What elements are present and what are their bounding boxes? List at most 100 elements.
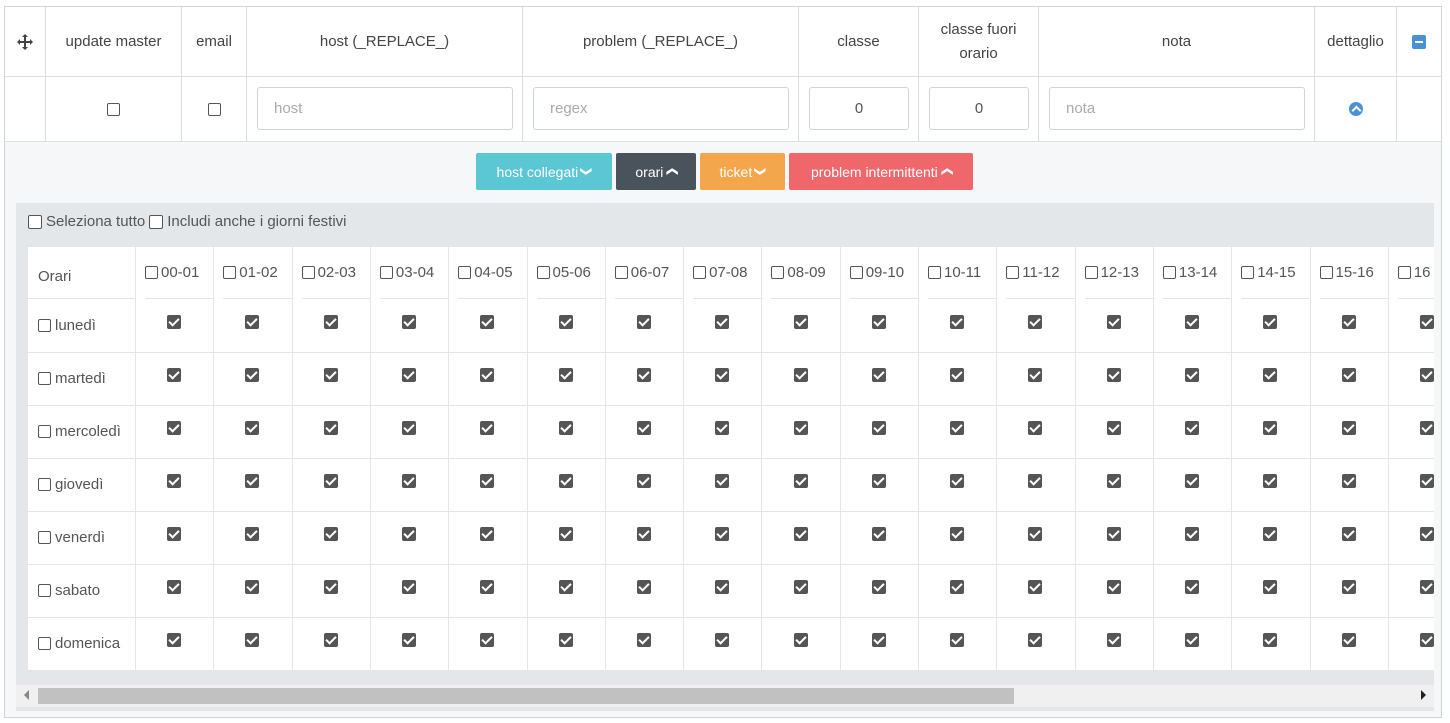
hour-slot-checkbox[interactable]	[715, 633, 730, 647]
hour-slot-checkbox[interactable]	[715, 421, 730, 435]
hour-slot-checkbox[interactable]	[871, 580, 886, 594]
hour-slot-checkbox[interactable]	[715, 315, 730, 329]
hour-column-checkbox[interactable]	[536, 266, 550, 279]
day-row-checkbox[interactable]	[38, 319, 51, 332]
hour-column-checkbox[interactable]	[1084, 266, 1098, 279]
hour-slot-checkbox[interactable]	[480, 315, 495, 329]
hour-slot-checkbox[interactable]	[636, 580, 651, 594]
hour-slot-checkbox[interactable]	[480, 527, 495, 541]
hour-slot-checkbox[interactable]	[950, 580, 965, 594]
hour-slot-checkbox[interactable]	[245, 633, 260, 647]
hour-slot-checkbox[interactable]	[480, 474, 495, 488]
move-handle[interactable]	[5, 7, 46, 77]
host-collegati-button[interactable]: host collegati ❯	[476, 153, 612, 190]
hour-slot-checkbox[interactable]	[558, 580, 573, 594]
hour-slot-checkbox[interactable]	[402, 527, 417, 541]
hour-slot-checkbox[interactable]	[950, 421, 965, 435]
host-input[interactable]	[257, 87, 513, 130]
hour-slot-checkbox[interactable]	[715, 474, 730, 488]
ticket-button[interactable]: ticket ❯	[700, 153, 785, 190]
hour-column-checkbox[interactable]	[614, 266, 628, 279]
chevron-up-circle-icon[interactable]	[1348, 102, 1363, 116]
hour-slot-checkbox[interactable]	[480, 421, 495, 435]
hour-slot-checkbox[interactable]	[715, 580, 730, 594]
hour-slot-checkbox[interactable]	[1028, 527, 1043, 541]
hour-slot-checkbox[interactable]	[950, 527, 965, 541]
hour-column-checkbox[interactable]	[849, 266, 863, 279]
day-row-checkbox[interactable]	[38, 531, 51, 544]
hour-slot-checkbox[interactable]	[1185, 315, 1200, 329]
hour-slot-checkbox[interactable]	[871, 368, 886, 382]
hour-slot-checkbox[interactable]	[1341, 421, 1356, 435]
classe-input[interactable]	[809, 87, 909, 130]
move-icon[interactable]	[17, 33, 33, 50]
include-holidays-checkbox[interactable]	[149, 214, 164, 229]
hour-slot-checkbox[interactable]	[793, 368, 808, 382]
hour-slot-checkbox[interactable]	[558, 633, 573, 647]
collapse-toggle[interactable]	[1397, 7, 1441, 77]
hour-slot-checkbox[interactable]	[715, 527, 730, 541]
hour-slot-checkbox[interactable]	[1419, 580, 1434, 594]
hour-slot-checkbox[interactable]	[950, 368, 965, 382]
hour-slot-checkbox[interactable]	[402, 633, 417, 647]
hour-slot-checkbox[interactable]	[1263, 527, 1278, 541]
hour-slot-checkbox[interactable]	[636, 368, 651, 382]
scroll-left-icon[interactable]	[24, 690, 29, 700]
hour-slot-checkbox[interactable]	[793, 421, 808, 435]
hour-column-checkbox[interactable]	[301, 266, 315, 279]
hour-slot-checkbox[interactable]	[323, 527, 338, 541]
hour-slot-checkbox[interactable]	[167, 421, 182, 435]
hour-slot-checkbox[interactable]	[323, 368, 338, 382]
minus-square-icon[interactable]	[1412, 34, 1426, 49]
hour-slot-checkbox[interactable]	[167, 368, 182, 382]
hour-slot-checkbox[interactable]	[323, 315, 338, 329]
hour-slot-checkbox[interactable]	[245, 474, 260, 488]
hour-slot-checkbox[interactable]	[323, 474, 338, 488]
hour-slot-checkbox[interactable]	[1341, 633, 1356, 647]
horizontal-scrollbar[interactable]	[16, 685, 1434, 707]
day-row-checkbox[interactable]	[38, 425, 51, 438]
hour-slot-checkbox[interactable]	[245, 315, 260, 329]
hour-slot-checkbox[interactable]	[1028, 315, 1043, 329]
hour-slot-checkbox[interactable]	[1341, 527, 1356, 541]
hour-slot-checkbox[interactable]	[402, 368, 417, 382]
hour-slot-checkbox[interactable]	[1419, 474, 1434, 488]
hour-slot-checkbox[interactable]	[1185, 368, 1200, 382]
hour-slot-checkbox[interactable]	[480, 580, 495, 594]
hour-slot-checkbox[interactable]	[558, 421, 573, 435]
hour-column-checkbox[interactable]	[1162, 266, 1176, 279]
day-row-checkbox[interactable]	[38, 372, 51, 385]
day-row-checkbox[interactable]	[38, 478, 51, 491]
scroll-right-icon[interactable]	[1421, 690, 1426, 700]
hour-column-checkbox[interactable]	[1319, 266, 1333, 279]
hour-column-checkbox[interactable]	[928, 266, 941, 279]
hour-slot-checkbox[interactable]	[245, 421, 260, 435]
hour-slot-checkbox[interactable]	[323, 633, 338, 647]
hour-slot-checkbox[interactable]	[402, 474, 417, 488]
hour-slot-checkbox[interactable]	[1185, 633, 1200, 647]
hour-slot-checkbox[interactable]	[871, 527, 886, 541]
hour-column-checkbox[interactable]	[1241, 266, 1255, 279]
hour-slot-checkbox[interactable]	[558, 474, 573, 488]
hour-slot-checkbox[interactable]	[1263, 633, 1278, 647]
hour-slot-checkbox[interactable]	[1028, 474, 1043, 488]
hour-slot-checkbox[interactable]	[402, 421, 417, 435]
hour-slot-checkbox[interactable]	[167, 315, 182, 329]
problem-regex-input[interactable]	[533, 87, 789, 130]
hour-column-checkbox[interactable]	[1397, 266, 1411, 279]
scrollbar-thumb[interactable]	[38, 688, 1014, 704]
hour-slot-checkbox[interactable]	[636, 315, 651, 329]
hour-slot-checkbox[interactable]	[1341, 368, 1356, 382]
hour-slot-checkbox[interactable]	[715, 368, 730, 382]
hour-slot-checkbox[interactable]	[1419, 421, 1434, 435]
hour-slot-checkbox[interactable]	[1028, 421, 1043, 435]
hour-slot-checkbox[interactable]	[1185, 421, 1200, 435]
hour-slot-checkbox[interactable]	[323, 421, 338, 435]
hour-slot-checkbox[interactable]	[1341, 474, 1356, 488]
hour-slot-checkbox[interactable]	[1028, 580, 1043, 594]
hour-slot-checkbox[interactable]	[402, 580, 417, 594]
orari-button[interactable]: orari ❯	[616, 153, 696, 190]
hour-slot-checkbox[interactable]	[1341, 315, 1356, 329]
hour-slot-checkbox[interactable]	[1419, 315, 1434, 329]
hour-slot-checkbox[interactable]	[793, 580, 808, 594]
